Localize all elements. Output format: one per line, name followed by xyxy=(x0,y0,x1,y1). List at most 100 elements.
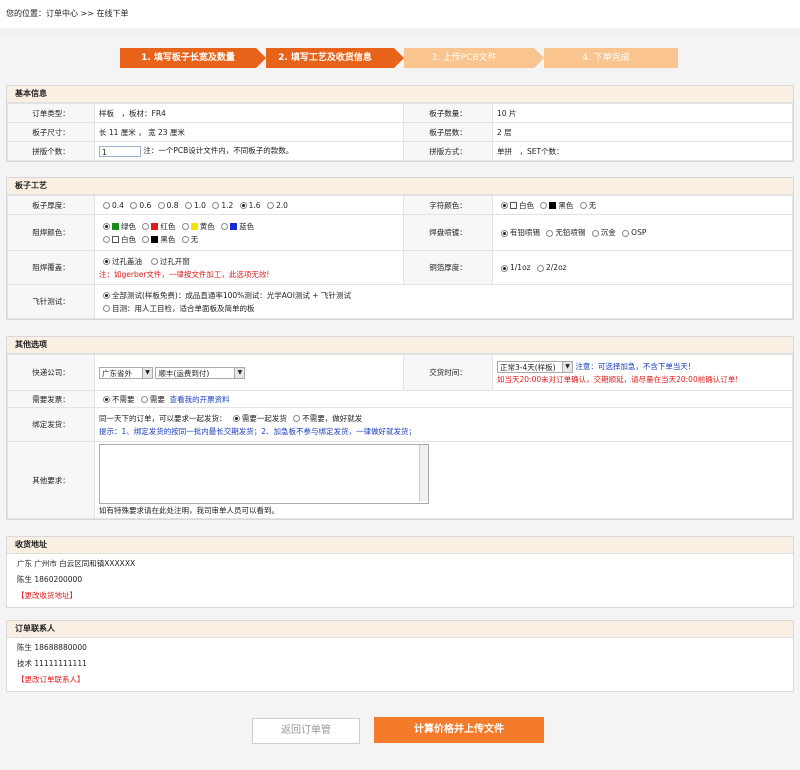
other-options-title: 其他选项 xyxy=(7,337,793,354)
delivery-note-2: 如当天20:00未对订单确认，交期顺延，请尽量在当天20:00前确认订单! xyxy=(497,374,739,384)
silk-none-label: 无 xyxy=(588,200,597,210)
thickness-radio-1.0[interactable] xyxy=(184,202,192,209)
copper-label: 铜箔厚度： xyxy=(403,250,493,285)
bind-radio-yes[interactable] xyxy=(232,415,240,422)
courier-region-select[interactable]: 广东省外 ▼ xyxy=(99,366,153,379)
thickness-radio-0.4[interactable] xyxy=(103,202,110,209)
address-line: 广东 广州市 白云区同和镇XXXXXX xyxy=(17,559,136,568)
step-4: 4. 下单完成 xyxy=(534,48,678,68)
panel-method-label: 拼版方式： xyxy=(403,141,493,161)
silk-radio-none[interactable] xyxy=(579,202,587,209)
copper-radio-1oz[interactable] xyxy=(501,264,508,272)
courier-company-select[interactable]: 顺丰(运费到付) ▼ xyxy=(155,366,246,379)
copper-radio-2oz[interactable] xyxy=(537,264,544,272)
panel-count-label: 拼版个数： xyxy=(7,141,95,161)
silk-black-label: 黑色 xyxy=(558,200,574,210)
basic-info-panel: 基本信息 订单类型： 样板 ，板材：FR4 板子数量： 10 片 板子尺寸： 长… xyxy=(6,85,794,162)
delivery-value: 正常3-4天(样板) xyxy=(500,362,556,372)
breadcrumb-separator: >> xyxy=(80,9,94,18)
silk-radio-white[interactable] xyxy=(501,202,508,209)
panel-count-input[interactable]: 1 xyxy=(99,145,141,157)
craft-title: 板子工艺 xyxy=(7,178,793,195)
silk-radio-black[interactable] xyxy=(540,202,548,209)
mask-radio-white[interactable] xyxy=(103,236,110,243)
change-contact-link[interactable]: 【更改订单联系人】 xyxy=(7,672,793,688)
mask-blue-label: 蓝色 xyxy=(239,221,255,231)
cover-open-label: 过孔开窗 xyxy=(159,256,190,266)
panel-count-note: 注：一个PCB设计文件内，不同板子的款数。 xyxy=(143,146,294,156)
mask-radio-black[interactable] xyxy=(142,236,150,243)
cover-radio-tented[interactable] xyxy=(103,258,110,265)
thickness-option-label: 0.4 xyxy=(112,200,124,210)
test-visual-label: 目测：用人工目检，适合单面板及简单的板 xyxy=(112,303,255,313)
change-address-link[interactable]: 【更改收货地址】 xyxy=(7,588,793,604)
mask-radio-red[interactable] xyxy=(142,223,150,230)
submit-button[interactable]: 计算价格并上传文件 xyxy=(374,717,544,743)
panel-count-cell: 1 注：一个PCB设计文件内，不同板子的款数。 xyxy=(94,141,404,161)
invoice-info-link[interactable]: 查看我的开票资料 xyxy=(170,395,230,404)
mask-black-label: 黑色 xyxy=(160,234,176,244)
thickness-radio-1.6[interactable] xyxy=(239,202,247,209)
finish-radio-leadfree[interactable] xyxy=(546,229,554,237)
top-divider xyxy=(0,28,800,36)
size-value: 长 11 厘米 ， 宽 23 厘米 xyxy=(94,122,404,142)
test-radio-full[interactable] xyxy=(103,292,110,299)
invoice-radio-no[interactable] xyxy=(103,396,110,403)
test-label: 飞针测试： xyxy=(7,284,95,319)
courier-selects: 广东省外 ▼ 顺丰(运费到付) ▼ xyxy=(94,354,404,391)
bind-cell: 同一天下的订单，可以要求一起发货： 需要一起发货 不需要，做好就发 提示：1、绑… xyxy=(94,407,793,442)
address-title: 收货地址 xyxy=(7,537,793,554)
remark-scrollbar[interactable] xyxy=(419,445,428,501)
mask-none-label: 无 xyxy=(190,234,199,244)
mask-radio-none[interactable] xyxy=(181,236,189,243)
cover-note: 注：如gerber文件，一律按文件加工，此选项无效! xyxy=(99,269,270,279)
contact-title: 订单联系人 xyxy=(7,621,793,638)
bind-label: 绑定发货： xyxy=(7,407,95,442)
finish-radio-enig[interactable] xyxy=(591,229,599,237)
bind-radio-no[interactable] xyxy=(293,415,301,422)
silk-options: 白色 黑色 无 xyxy=(492,195,793,215)
step-2: 2. 填写工艺及收货信息 xyxy=(256,48,404,68)
remark-textarea[interactable] xyxy=(99,444,429,504)
address-panel: 收货地址 广东 广州市 白云区同和镇XXXXXX 陈生 1860200000 【… xyxy=(6,536,794,608)
delivery-select[interactable]: 正常3-4天(样板) ▼ xyxy=(497,360,573,373)
thickness-radio-0.8[interactable] xyxy=(157,202,165,209)
bind-text: 同一天下的订单，可以要求一起发货： xyxy=(99,413,227,423)
finish-radio-leaded[interactable] xyxy=(501,229,508,237)
mask-green-label: 绿色 xyxy=(121,221,136,231)
silk-white-label: 白色 xyxy=(519,200,534,210)
chevron-down-icon: ▼ xyxy=(562,361,572,372)
layers-value: 2 层 xyxy=(492,122,793,142)
thickness-radio-1.2[interactable] xyxy=(212,202,220,209)
mask-yellow-label: 黄色 xyxy=(199,221,215,231)
delivery-label: 交货时间： xyxy=(403,354,493,391)
thickness-radio-0.6[interactable] xyxy=(130,202,138,209)
mask-options: 绿色 红色 黄色 蓝色 白色 黑色 无 xyxy=(94,214,404,251)
thickness-option-label: 1.0 xyxy=(193,200,206,210)
mask-radio-green[interactable] xyxy=(103,223,110,230)
copper-2-label: 2/2oz xyxy=(546,263,567,272)
remark-cell: 如有特殊要求请在此处注明，我司审单人员可以看到。 xyxy=(94,441,793,519)
breadcrumb-order-center[interactable]: 订单中心 xyxy=(46,9,78,18)
finish-leadfree-label: 无铅喷锡 xyxy=(555,228,586,237)
finish-radio-osp[interactable] xyxy=(622,229,630,237)
finish-options: 有铅喷锡 无铅喷锡 沉金 OSP xyxy=(492,214,793,251)
order-type-label: 订单类型： xyxy=(7,103,95,123)
red-swatch xyxy=(151,223,159,230)
copper-1-label: 1/1oz xyxy=(510,263,531,272)
mask-radio-yellow[interactable] xyxy=(181,223,189,230)
mask-radio-blue[interactable] xyxy=(221,223,229,230)
thickness-radio-2.0[interactable] xyxy=(266,202,274,209)
finish-label: 焊盘喷镀： xyxy=(403,214,493,251)
test-full-label: 全部测试(样板免费)：成品直通率100%测试：光学AOI测试 + 飞针测试 xyxy=(112,290,351,300)
invoice-label: 需要发票： xyxy=(7,390,95,408)
remark-label: 其他要求： xyxy=(7,441,95,519)
thickness-option-label: 2.0 xyxy=(275,200,288,210)
test-radio-visual[interactable] xyxy=(103,305,110,312)
back-button[interactable]: 返回订单管 xyxy=(252,718,360,744)
invoice-radio-yes[interactable] xyxy=(140,396,148,403)
chevron-down-icon: ▼ xyxy=(142,367,152,378)
breadcrumb-prefix: 您的位置： xyxy=(6,9,46,18)
cover-radio-open[interactable] xyxy=(150,258,158,265)
qty-label: 板子数量： xyxy=(403,103,493,123)
